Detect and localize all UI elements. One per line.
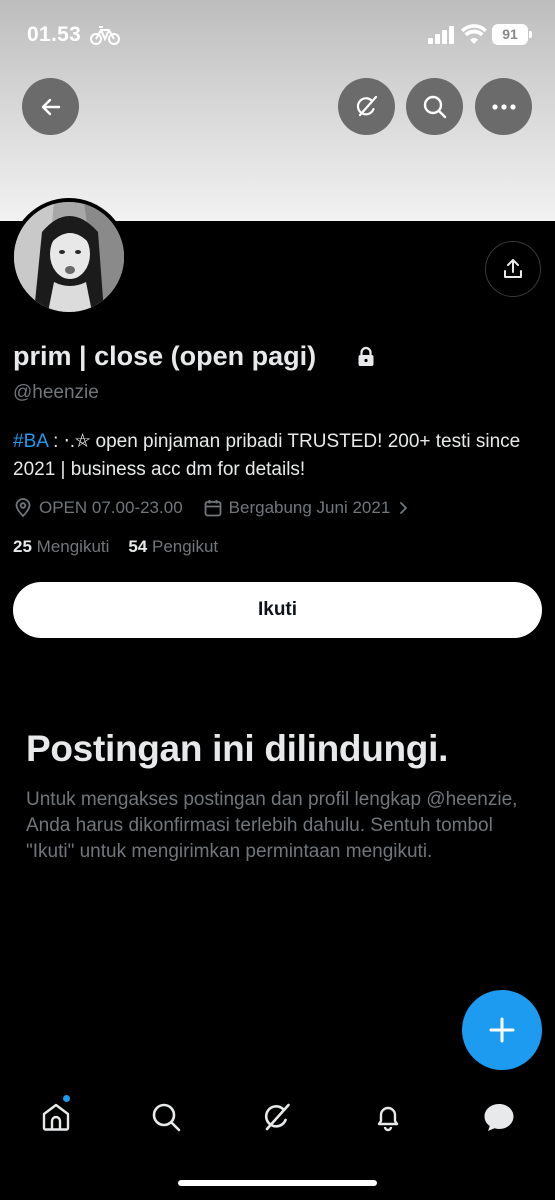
- following-count: 25: [13, 537, 32, 556]
- location-text: OPEN 07.00-23.00: [39, 498, 183, 517]
- followers-count: 54: [128, 537, 148, 556]
- nav-notifications[interactable]: [366, 1095, 410, 1139]
- grok-icon: [356, 95, 377, 116]
- nav-grok[interactable]: [255, 1095, 299, 1139]
- followers-link[interactable]: 54 Pengikut: [128, 537, 218, 556]
- following-label: Mengikuti: [36, 537, 110, 556]
- profile-meta: OPEN 07.00-23.00 Bergabung Juni 2021: [13, 496, 408, 520]
- compose-button[interactable]: [462, 990, 542, 1070]
- protected-description: Untuk mengakses postingan dan profil len…: [26, 789, 518, 862]
- more-icon: [491, 103, 516, 110]
- protected-title: Postingan ini dilindungi.: [26, 728, 449, 769]
- nav-messages[interactable]: [477, 1095, 521, 1139]
- following-link[interactable]: 25 Mengikuti: [13, 537, 109, 556]
- home-icon: [42, 1103, 70, 1131]
- home-indicator[interactable]: [178, 1180, 377, 1186]
- signal-icon: [428, 26, 454, 44]
- grok-button[interactable]: [338, 78, 395, 135]
- nav-search[interactable]: [144, 1095, 188, 1139]
- avatar[interactable]: [10, 198, 128, 316]
- bio-text: : ⋅.⛤ open pinjaman pribadi TRUSTED! 200…: [13, 431, 521, 480]
- search-button[interactable]: [406, 78, 463, 135]
- username-handle: @heenzie: [13, 382, 99, 403]
- back-button[interactable]: [22, 78, 79, 135]
- display-name: prim | close (open pagi): [13, 341, 317, 371]
- location-pin-icon: [15, 498, 31, 518]
- plus-icon: [489, 1017, 515, 1043]
- follow-stats: 25 Mengikuti 54 Pengikut: [13, 537, 218, 557]
- profile-bio: #BA : ⋅.⛤ open pinjaman pribadi TRUSTED!…: [13, 428, 543, 484]
- battery-indicator: 91: [492, 24, 532, 45]
- notification-dot: [63, 1095, 70, 1102]
- more-button[interactable]: [475, 78, 532, 135]
- share-button[interactable]: [485, 241, 541, 297]
- avatar-photo: [14, 202, 124, 312]
- followers-label: Pengikut: [151, 537, 219, 556]
- nav-home[interactable]: [34, 1095, 78, 1139]
- grok-icon: [264, 1103, 290, 1131]
- calendar-icon: [204, 500, 222, 517]
- search-icon: [152, 1103, 181, 1132]
- bell-icon: [377, 1106, 399, 1132]
- follow-button[interactable]: Ikuti: [13, 582, 542, 638]
- status-bar: 01.53 91: [0, 0, 555, 70]
- wifi-icon: [461, 24, 487, 44]
- lock-icon: [358, 346, 374, 366]
- chevron-right-icon[interactable]: [398, 500, 408, 516]
- arrow-left-icon: [41, 98, 60, 115]
- bio-hashtag-link[interactable]: #BA: [13, 431, 48, 452]
- share-icon: [504, 259, 522, 278]
- message-icon: [484, 1104, 514, 1131]
- status-time: 01.53: [27, 23, 82, 46]
- search-icon: [423, 95, 446, 118]
- joined-date[interactable]: Bergabung Juni 2021: [229, 498, 391, 518]
- bicycle-icon: [90, 26, 120, 45]
